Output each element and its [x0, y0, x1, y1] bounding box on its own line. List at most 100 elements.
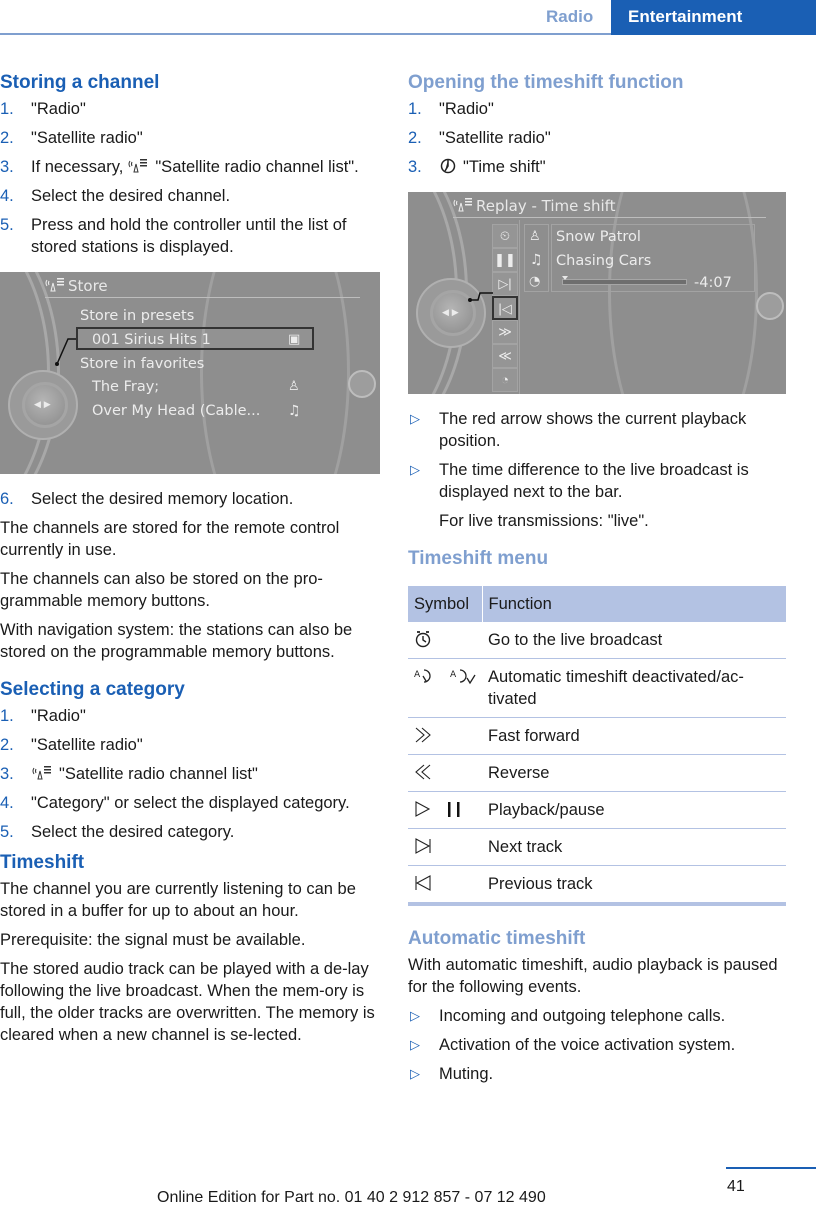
paragraph: The channels are stored for the remote c… — [0, 519, 340, 559]
paragraph: The channels can also be stored on the p… — [0, 570, 323, 610]
previous-track-icon — [415, 875, 431, 891]
screen-row: Store in presets — [80, 308, 195, 324]
screen-notes: ▷ The red arrow shows the current playbac… — [408, 408, 786, 503]
heading-timeshift: Timeshift — [0, 852, 85, 873]
bullet-item: ▷ The red arrow shows the current playbac… — [410, 410, 747, 450]
callout-line — [55, 338, 76, 366]
progress-fill — [563, 280, 686, 284]
step: 3. "Satellite radio channel list" — [0, 765, 258, 783]
next-track-icon — [415, 838, 431, 854]
time-difference: -4:07 — [694, 275, 732, 291]
table-row: Next track — [408, 828, 786, 866]
store-screenshot: ◀ ▶ Store Store in presets 001 Sirius Hi… — [0, 272, 380, 474]
artist-icon: ♙ — [288, 379, 300, 394]
table-row: Go to the live broadcast — [408, 622, 786, 659]
timeshift-icon — [440, 158, 456, 174]
right-column: Opening the timeshift function 1. "Radio"… — [408, 70, 786, 1092]
step: 5. Select the desired category. — [0, 823, 235, 841]
edition-note: Online Edition for Part no. 01 40 2 912 … — [157, 1189, 546, 1206]
timeshift-screenshot: ◀ ▶ Replay - Time shift ⏲ ❚❚ ▷| |◁ ≫ ≪ ◔… — [408, 192, 786, 394]
artist-icon: ♙ — [529, 229, 541, 244]
step: 6. Select the desired memory location. — [0, 490, 294, 508]
live-icon — [415, 631, 431, 648]
next-track-icon[interactable]: ▷| — [492, 272, 518, 296]
svg-text:A: A — [414, 670, 421, 680]
satellite-list-icon — [453, 198, 472, 212]
music-note-icon: ♫ — [530, 252, 543, 268]
side-button — [348, 370, 376, 398]
bullet-item: ▷ Incoming and outgoing telephone calls. — [410, 1007, 726, 1025]
satellite-list-icon — [45, 278, 64, 292]
note: For live transmissions: "live". — [439, 512, 649, 530]
step: 4. "Category" or select the displayed cat… — [0, 794, 350, 812]
heading-automatic-timeshift: Automatic timeshift — [408, 928, 586, 949]
page-header: Radio Entertainment — [0, 0, 816, 35]
heading-timeshift-menu: Timeshift menu — [408, 548, 549, 569]
bullet-item: ▷ Muting. — [410, 1065, 494, 1083]
timeshift-icon: ◔ — [529, 274, 541, 289]
paragraph: The channel you are currently listening … — [0, 880, 356, 920]
table-row: Reverse — [408, 754, 786, 792]
fast-forward-icon — [415, 727, 431, 743]
pause-icon[interactable]: ❚❚ — [492, 248, 518, 272]
auto-timeshift-events: ▷ Incoming and outgoing telephone calls. … — [408, 1005, 786, 1085]
svg-text:A: A — [450, 670, 457, 680]
header-rule — [0, 33, 611, 35]
column-header-function: Function — [482, 586, 786, 622]
paragraph: The stored audio track can be played wit… — [0, 960, 375, 1044]
callout-line — [468, 292, 493, 302]
screen-row: The Fray; — [92, 379, 160, 395]
previous-track-icon[interactable]: |◁ — [492, 296, 518, 320]
bullet-item: ▷ The time difference to the live broadca… — [410, 461, 749, 501]
step: 1. "Radio" — [0, 100, 86, 118]
screen-row: Store in favorites — [80, 356, 205, 372]
play-icon — [415, 801, 431, 817]
track-name: Chasing Cars — [556, 253, 652, 269]
screen-title: Replay - Time shift — [476, 197, 616, 215]
column-header-symbol: Symbol — [408, 586, 483, 622]
table-row: Playback/pause — [408, 791, 786, 829]
bullet-item: ▷ Activation of the voice activation syst… — [410, 1036, 736, 1054]
table-header-row: Symbol Function — [408, 586, 786, 622]
storing-steps: 1. "Radio" 2. "Satellite radio" 3. If neces… — [0, 98, 380, 258]
table-row: AA Automatic timeshift deactivated/ac-ti… — [408, 658, 786, 718]
heading-storing-channel: Storing a channel — [0, 72, 160, 93]
pause-icon — [448, 802, 460, 817]
step: 2. "Satellite radio" — [408, 129, 551, 147]
music-note-icon: ♫ — [288, 403, 301, 419]
auto-timeshift-on-icon: A — [450, 669, 476, 685]
step: 1. "Radio" — [408, 100, 494, 118]
page-number: 41 — [727, 1178, 745, 1195]
playback-progress-bar — [562, 276, 687, 285]
reverse-icon — [415, 764, 431, 780]
screen-row-selected: 001 Sirius Hits 1 — [92, 332, 211, 348]
opening-steps: 1. "Radio" 2. "Satellite radio" 3. "Time sh… — [408, 98, 786, 178]
heading-selecting-category: Selecting a category — [0, 679, 185, 700]
reverse-icon[interactable]: ≪ — [492, 344, 518, 368]
step: 2. "Satellite radio" — [0, 736, 143, 754]
paragraph: Prerequisite: the signal must be availab… — [0, 931, 306, 949]
screen-title: Store — [68, 277, 108, 295]
table-row: Fast forward — [408, 717, 786, 755]
step: 4. Select the desired channel. — [0, 187, 231, 205]
fast-forward-icon[interactable]: ≫ — [492, 320, 518, 344]
satellite-list-icon — [128, 159, 148, 173]
auto-timeshift-off-icon: A — [414, 669, 431, 683]
playback-position-marker — [562, 276, 569, 280]
step: 3. If necessary, "Satellite radio channel … — [0, 158, 359, 176]
artist-name: Snow Patrol — [556, 229, 641, 245]
table-row: Previous track — [408, 865, 786, 906]
save-icon: ▣ — [288, 332, 301, 347]
step: 1. "Radio" — [0, 707, 86, 725]
heading-opening-timeshift: Opening the timeshift function — [408, 72, 684, 93]
chapter-label: Entertainment — [611, 0, 816, 35]
satellite-list-icon — [32, 766, 51, 780]
screen-row: Over My Head (Cable... — [92, 403, 261, 419]
footer-rule — [726, 1167, 816, 1169]
section-label: Radio — [546, 7, 594, 26]
side-button — [756, 292, 784, 320]
live-icon[interactable]: ⏲ — [492, 224, 518, 248]
step: 3. "Time shift" — [408, 158, 546, 176]
step: 5. Press and hold the controller until th… — [0, 216, 347, 256]
auto-timeshift-icon[interactable]: ◔ — [492, 368, 518, 392]
